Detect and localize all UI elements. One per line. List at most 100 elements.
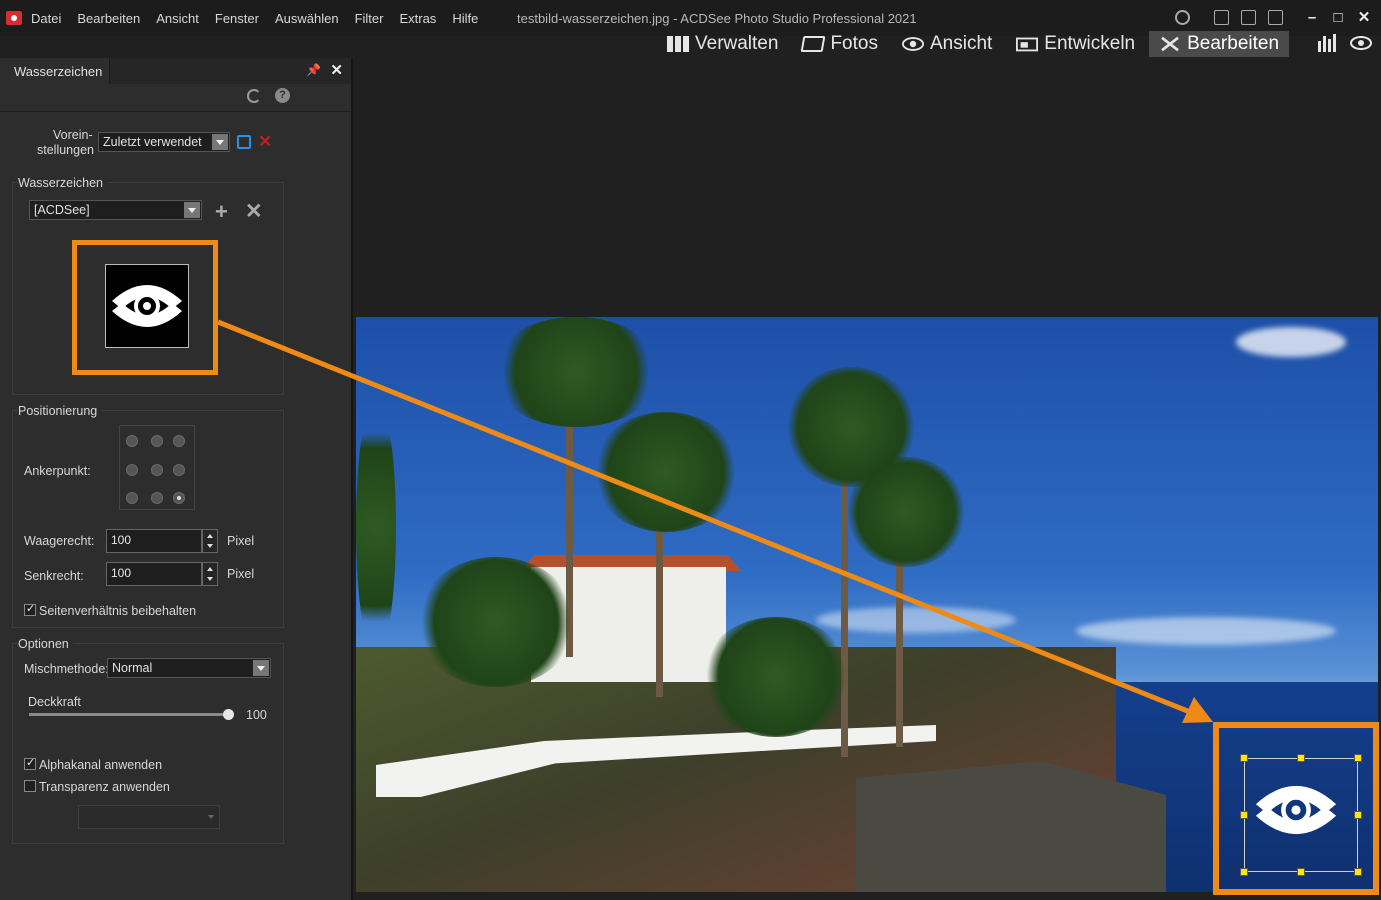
anchor-top-left[interactable]: [126, 435, 138, 447]
mode-photos[interactable]: Fotos: [792, 31, 888, 57]
menu-datei[interactable]: Datei: [31, 11, 61, 26]
presets-value: Zuletzt verwendet: [103, 135, 202, 149]
chevron-down-icon: [184, 202, 200, 218]
anchor-bottom-right[interactable]: [173, 492, 185, 504]
acdsee-logo-icon: [112, 285, 182, 327]
panel-toolbar: ?: [0, 84, 351, 112]
opacity-slider-handle[interactable]: [223, 709, 234, 720]
transparency-label: Transparenz anwenden: [39, 780, 170, 794]
mode-edit-label: Bearbeiten: [1187, 33, 1280, 54]
keep-aspect-label: Seitenverhältnis beibehalten: [39, 604, 197, 618]
menu-extras[interactable]: Extras: [399, 11, 436, 26]
opacity-label: Deckkraft: [28, 695, 81, 709]
mode-view-label: Ansicht: [929, 33, 993, 54]
delete-preset-icon[interactable]: ✕: [258, 132, 272, 152]
eye-icon: [901, 37, 924, 51]
tree-foliage: [356, 397, 396, 657]
resize-handle-top[interactable]: [1297, 754, 1305, 762]
chevron-down-icon: [253, 660, 269, 676]
horizontal-input[interactable]: 100: [106, 529, 202, 553]
keep-aspect-checkbox[interactable]: [24, 602, 36, 616]
resize-handle-top-right[interactable]: [1354, 754, 1362, 762]
reset-icon[interactable]: [247, 89, 261, 103]
mode-manage[interactable]: Verwalten: [657, 31, 788, 57]
horizontal-label: Waagerecht:: [24, 534, 95, 548]
close-panel-button[interactable]: ✕: [330, 61, 343, 79]
options-group-title: Optionen: [18, 637, 73, 651]
add-watermark-icon[interactable]: +: [215, 199, 228, 225]
opacity-slider-track[interactable]: [29, 713, 229, 716]
app-logo-icon[interactable]: [6, 11, 22, 25]
acdsee-eye-icon[interactable]: [1350, 33, 1372, 53]
maximize-button[interactable]: □: [1331, 9, 1345, 26]
transparency-checkbox[interactable]: [24, 780, 36, 792]
mode-develop-label: Entwickeln: [1044, 33, 1136, 54]
presets-label-line2: stellungen: [37, 143, 94, 157]
anchor-center[interactable]: [151, 464, 163, 476]
resize-handle-left[interactable]: [1240, 811, 1248, 819]
window-controls: – □ ✕: [1175, 8, 1371, 26]
menu-hilfe[interactable]: Hilfe: [452, 11, 478, 26]
palm-crown: [701, 617, 851, 737]
photos-icon: [801, 36, 826, 52]
blend-dropdown[interactable]: Normal: [107, 658, 271, 678]
menu-filter[interactable]: Filter: [355, 11, 384, 26]
anchor-top-center[interactable]: [151, 435, 163, 447]
panel-tab[interactable]: Wasserzeichen: [0, 58, 110, 84]
resize-handle-top-left[interactable]: [1240, 754, 1248, 762]
menu-bar: Datei Bearbeiten Ansicht Fenster Auswähl…: [31, 11, 494, 26]
dashboard-icon[interactable]: [1316, 33, 1338, 53]
window-title: testbild-wasserzeichen.jpg - ACDSee Phot…: [517, 11, 917, 26]
anchor-middle-left[interactable]: [126, 464, 138, 476]
layout-right-icon[interactable]: [1268, 9, 1283, 25]
mode-view[interactable]: Ansicht: [892, 31, 1002, 57]
anchor-bottom-center[interactable]: [151, 492, 163, 504]
anchor-top-right[interactable]: [173, 435, 185, 447]
resize-handle-bottom-left[interactable]: [1240, 868, 1248, 876]
palm-crown: [416, 557, 576, 687]
watermark-dropdown[interactable]: [ACDSee]: [29, 200, 202, 220]
photo-cloud: [1236, 327, 1346, 357]
close-window-button[interactable]: ✕: [1357, 8, 1371, 26]
vertical-input[interactable]: 100: [106, 562, 202, 586]
watermark-value: [ACDSee]: [34, 203, 90, 217]
palm-crown: [491, 317, 661, 427]
user-account-icon[interactable]: [1175, 9, 1190, 25]
watermark-preview: [105, 264, 189, 348]
resize-handle-right[interactable]: [1354, 811, 1362, 819]
edit-tools-icon: [1161, 36, 1179, 52]
pin-icon[interactable]: 📌: [306, 63, 321, 77]
alpha-checkbox[interactable]: [24, 756, 36, 770]
layout-left-icon[interactable]: [1214, 9, 1229, 25]
alpha-label: Alphakanal anwenden: [39, 758, 163, 772]
minimize-button[interactable]: –: [1305, 9, 1319, 26]
vertical-stepper[interactable]: [202, 562, 218, 586]
save-preset-icon[interactable]: [237, 135, 251, 149]
resize-handle-bottom[interactable]: [1297, 868, 1305, 876]
horizontal-stepper[interactable]: [202, 529, 218, 553]
grid-icon: [667, 36, 689, 52]
panel-header: 📌 ✕: [110, 58, 351, 84]
transparency-color-dropdown[interactable]: [78, 805, 220, 829]
mode-edit[interactable]: Bearbeiten: [1149, 31, 1290, 57]
anchor-bottom-left[interactable]: [126, 492, 138, 504]
menu-bearbeiten[interactable]: Bearbeiten: [77, 11, 140, 26]
chevron-down-icon: [212, 134, 228, 150]
menu-ansicht[interactable]: Ansicht: [156, 11, 199, 26]
presets-dropdown[interactable]: Zuletzt verwendet: [98, 132, 230, 152]
watermark-group-title: Wasserzeichen: [18, 176, 107, 190]
anchor-middle-right[interactable]: [173, 464, 185, 476]
mode-develop[interactable]: Entwickeln: [1006, 31, 1145, 57]
remove-watermark-icon[interactable]: ✕: [245, 199, 263, 224]
resize-handle-bottom-right[interactable]: [1354, 868, 1362, 876]
menu-fenster[interactable]: Fenster: [215, 11, 259, 26]
chevron-down-icon: [208, 815, 214, 819]
watermark-selection-box[interactable]: [1244, 758, 1358, 872]
mode-manage-label: Verwalten: [695, 33, 779, 54]
help-icon[interactable]: ?: [275, 88, 290, 103]
layout-bottom-icon[interactable]: [1241, 9, 1256, 25]
vertical-label: Senkrecht:: [24, 569, 84, 583]
develop-icon: [1016, 37, 1039, 52]
menu-auswaehlen[interactable]: Auswählen: [275, 11, 339, 26]
photo-cloud: [1076, 617, 1336, 645]
